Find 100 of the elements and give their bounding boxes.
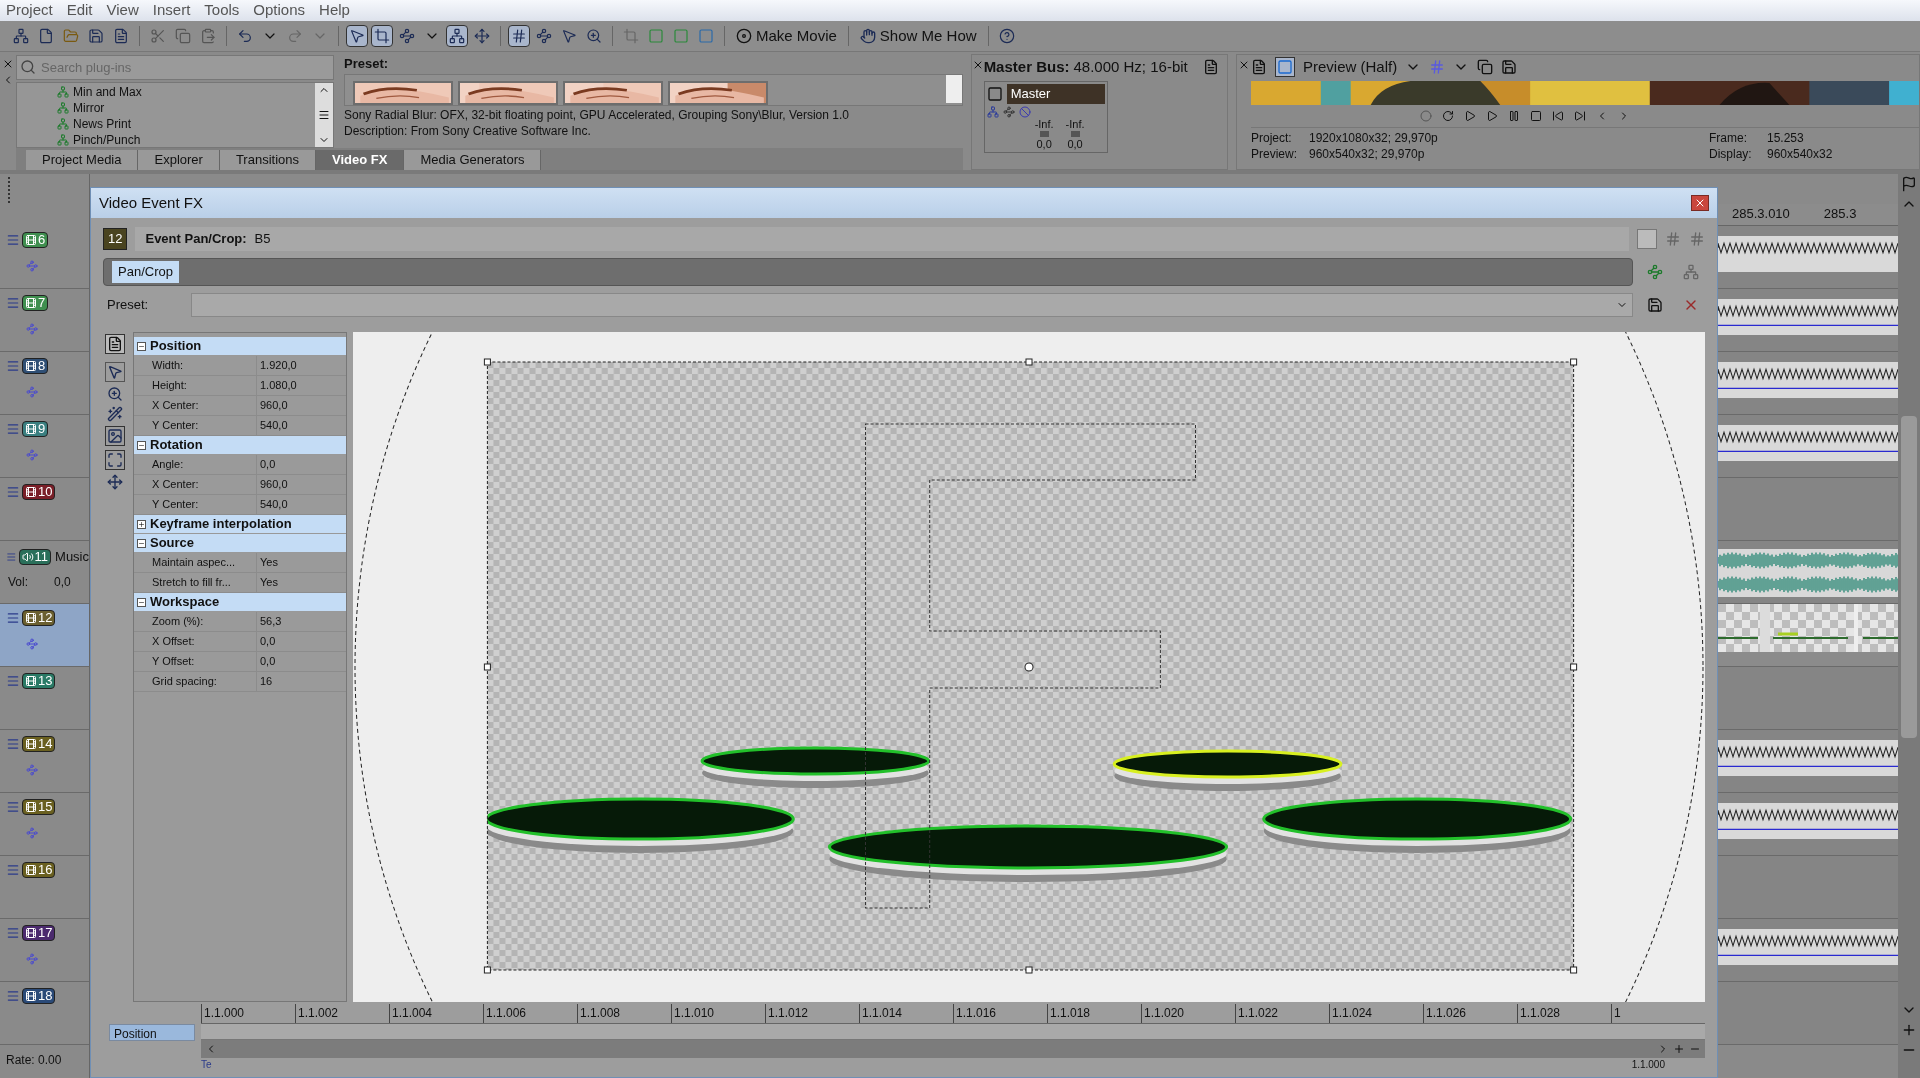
new-project-icon[interactable]: [13, 28, 29, 44]
video-event-clip[interactable]: [1718, 299, 1898, 335]
property-value[interactable]: 960,0: [256, 396, 346, 415]
fx-icon[interactable]: [1002, 105, 1015, 118]
dock-tab[interactable]: Media Generators: [404, 150, 542, 170]
section-header[interactable]: Position: [134, 337, 346, 356]
property-value[interactable]: 16: [256, 672, 346, 691]
section-header[interactable]: Rotation: [134, 436, 346, 455]
menu-item[interactable]: Options: [253, 0, 306, 22]
properties-icon[interactable]: [113, 28, 129, 44]
copy-icon[interactable]: [1477, 59, 1494, 75]
save-icon[interactable]: [88, 28, 104, 44]
play-icon[interactable]: [1486, 110, 1498, 122]
keyframe-icon[interactable]: [26, 638, 38, 650]
dock-tab[interactable]: Project Media: [26, 150, 139, 170]
grip-handle[interactable]: [8, 177, 11, 203]
make-movie-button[interactable]: Make Movie: [732, 24, 841, 48]
section-header[interactable]: Keyframe interpolation: [134, 515, 346, 534]
pause-icon[interactable]: [1508, 110, 1520, 122]
close-icon[interactable]: [1238, 59, 1250, 71]
video-event-clip[interactable]: [1718, 803, 1898, 839]
properties-icon[interactable]: [1251, 59, 1267, 75]
track-lane[interactable]: [1718, 793, 1898, 856]
monitor-tool[interactable]: [1275, 57, 1295, 77]
fit-tool[interactable]: [105, 450, 125, 470]
collapse-icon[interactable]: [137, 597, 146, 607]
loop-icon[interactable]: [1442, 110, 1454, 122]
horizontal-scrollbar[interactable]: [201, 1040, 1705, 1058]
track-lane[interactable]: [1718, 289, 1898, 352]
track-lane[interactable]: [1718, 919, 1898, 982]
property-value[interactable]: 540,0: [256, 416, 346, 435]
video-event-clip[interactable]: [1718, 929, 1898, 965]
video-event-clip[interactable]: [1718, 362, 1898, 398]
property-value[interactable]: 1.920,0: [256, 356, 346, 375]
track-lane[interactable]: [1718, 604, 1898, 667]
image-tool[interactable]: [105, 426, 125, 446]
video-event-clip[interactable]: [1718, 604, 1898, 652]
stop-icon[interactable]: [1530, 110, 1542, 122]
save-icon[interactable]: [1647, 297, 1663, 313]
fx-chain-item[interactable]: Pan/Crop: [112, 261, 179, 283]
property-value[interactable]: 0,0: [256, 652, 346, 671]
property-value[interactable]: 540,0: [256, 495, 346, 514]
collapse-icon[interactable]: [137, 440, 146, 450]
save-icon[interactable]: [1501, 59, 1518, 75]
plugin-item[interactable]: Mirror: [57, 100, 315, 116]
pointer-tool[interactable]: [105, 362, 125, 382]
move-icon[interactable]: [107, 474, 123, 490]
keyframe-track-label[interactable]: Position: [109, 1024, 195, 1041]
dock-tab[interactable]: Video FX: [316, 150, 405, 170]
track-lane[interactable]: [1718, 982, 1898, 1045]
track-lane[interactable]: [1718, 352, 1898, 415]
track-lane[interactable]: [1718, 415, 1898, 478]
new-file-icon[interactable]: [38, 28, 54, 44]
scroll-thumb-icon[interactable]: [318, 109, 330, 121]
track-lane[interactable]: [1718, 226, 1898, 289]
plugin-item[interactable]: News Print: [57, 116, 315, 132]
go-to-start-icon[interactable]: [1552, 110, 1564, 122]
property-value[interactable]: Yes: [256, 553, 346, 572]
property-value[interactable]: 56,3: [256, 612, 346, 631]
envelope-icon[interactable]: [536, 28, 552, 44]
collapse-icon[interactable]: [137, 538, 146, 548]
property-value[interactable]: 0,0: [256, 455, 346, 474]
properties-icon[interactable]: [1203, 59, 1219, 75]
preview-quality-dropdown[interactable]: Preview (Half): [1303, 55, 1398, 79]
dock-tab[interactable]: Explorer: [138, 150, 220, 170]
go-to-end-icon[interactable]: [1574, 110, 1586, 122]
expand-icon[interactable]: [137, 519, 146, 529]
bus-icon[interactable]: [986, 85, 1003, 102]
track-lane[interactable]: [1718, 856, 1898, 919]
zoom-icon[interactable]: [107, 386, 123, 402]
layout-icon[interactable]: [1637, 229, 1657, 249]
vertical-scrollbar[interactable]: [1898, 174, 1920, 1078]
menu-item[interactable]: Project: [6, 0, 53, 22]
menu-item[interactable]: View: [106, 0, 139, 22]
video-event-clip[interactable]: [1718, 425, 1898, 461]
track-lane[interactable]: [1718, 667, 1898, 730]
selection-icon[interactable]: [561, 28, 577, 44]
properties-tool[interactable]: [105, 334, 125, 354]
collapse-icon[interactable]: [137, 341, 146, 351]
menu-item[interactable]: Insert: [152, 0, 191, 22]
track-lane[interactable]: [1718, 730, 1898, 793]
section-header[interactable]: Workspace: [134, 593, 346, 612]
snap-icon[interactable]: [399, 28, 415, 44]
close-button[interactable]: [1691, 195, 1709, 211]
cut-icon[interactable]: [150, 28, 166, 44]
property-value[interactable]: 1.080,0: [256, 376, 346, 395]
close-icon[interactable]: [2, 58, 14, 70]
paste-icon[interactable]: [200, 28, 216, 44]
menu-item[interactable]: Help: [319, 0, 350, 22]
menu-item[interactable]: Edit: [66, 0, 93, 22]
property-value[interactable]: Yes: [256, 573, 346, 592]
zoom-icon[interactable]: [586, 28, 602, 44]
marker-icon[interactable]: [1901, 176, 1917, 192]
track-lane[interactable]: [1718, 541, 1898, 604]
video-event-clip[interactable]: [1718, 236, 1898, 272]
show-me-how-button[interactable]: Show Me How: [855, 24, 981, 48]
mute-icon[interactable]: [1018, 105, 1031, 118]
routing-icon[interactable]: [986, 105, 999, 118]
track-lane[interactable]: [1718, 478, 1898, 541]
zoom-in-icon[interactable]: [1901, 1022, 1917, 1038]
